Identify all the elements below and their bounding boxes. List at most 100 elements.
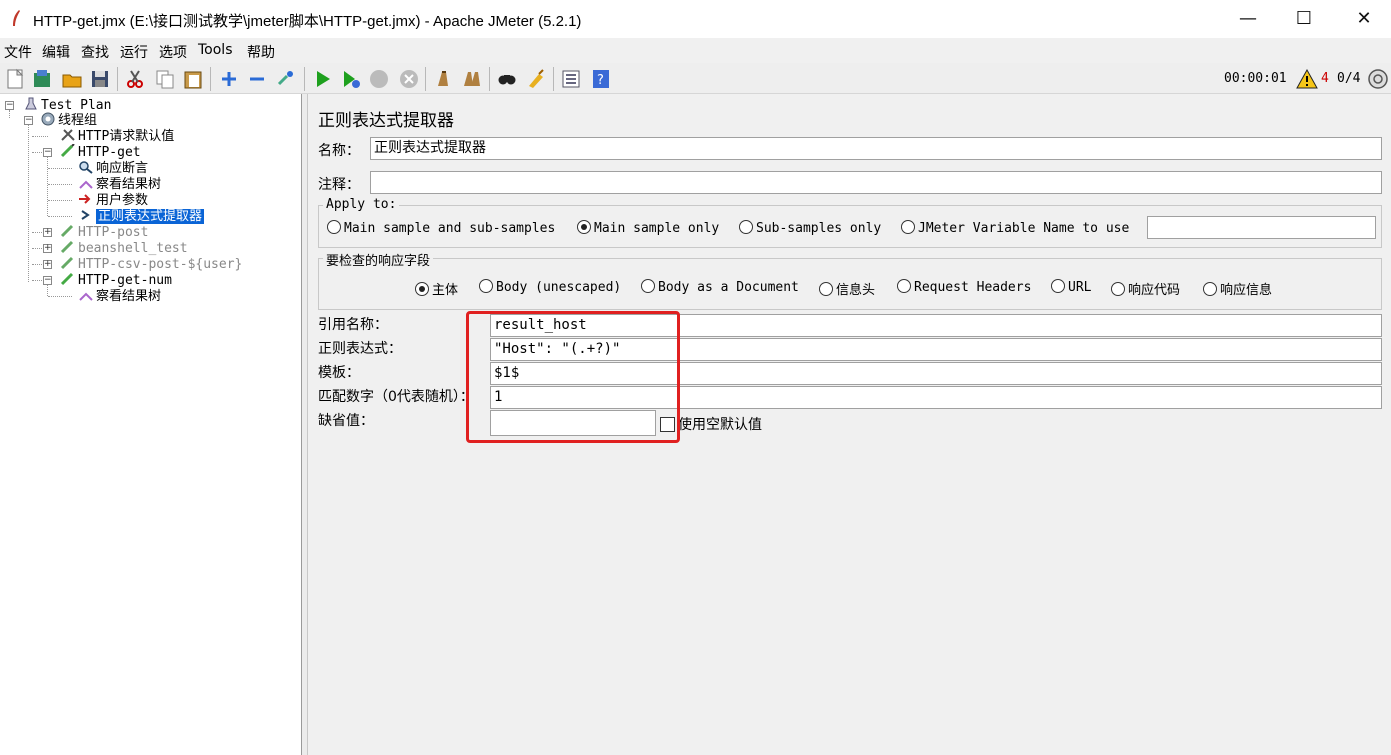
magnifier-icon (79, 161, 93, 174)
shutdown-icon[interactable] (398, 68, 420, 90)
tree-item-view-results[interactable]: 察看结果树 (78, 176, 161, 192)
radio-response-message[interactable]: 响应信息 (1203, 279, 1272, 298)
collapse-toggle[interactable]: − (43, 148, 52, 157)
tree-item-label: 正则表达式提取器 (96, 209, 205, 224)
collapse-toggle[interactable]: − (43, 276, 52, 285)
radio-label: Sub-samples only (756, 221, 882, 236)
radio-body-unescaped[interactable]: Body (unescaped) (479, 279, 621, 295)
radio-sub-only[interactable]: Sub-samples only (739, 220, 881, 236)
tree-item-get-num[interactable]: HTTP-get-num (60, 272, 172, 288)
config-tools-icon (61, 129, 75, 141)
radio-label: Main sample only (594, 221, 720, 236)
elapsed-timer: 00:00:01 (1224, 71, 1287, 86)
radio-main-only[interactable]: Main sample only (577, 220, 719, 236)
tree-item-label: 用户参数 (96, 193, 149, 208)
regex-label: 正则表达式： (318, 341, 402, 357)
tree-item-http-defaults[interactable]: HTTP请求默认值 (60, 128, 174, 144)
menu-search[interactable]: 查找 (81, 42, 109, 62)
preprocessor-icon (79, 194, 91, 204)
tree-item-label: HTTP-post (78, 225, 149, 240)
menu-edit[interactable]: 编辑 (42, 42, 70, 62)
results-tree-icon (79, 292, 93, 301)
tree-item-assertion[interactable]: 响应断言 (78, 160, 148, 176)
comment-field[interactable] (370, 171, 1382, 194)
warning-icon[interactable] (1296, 69, 1318, 89)
open-icon[interactable] (61, 68, 83, 90)
tree-item-http-post[interactable]: HTTP-post (60, 224, 148, 240)
radio-jmeter-variable[interactable]: JMeter Variable Name to use (901, 220, 1129, 236)
paste-icon[interactable] (182, 68, 204, 90)
tree-item-test-plan[interactable]: Test Plan (23, 97, 111, 113)
radio-body[interactable]: 主体 (415, 279, 458, 298)
radio-request-headers[interactable]: Request Headers (897, 279, 1031, 295)
templates-icon[interactable] (31, 68, 53, 90)
tree-item-label: HTTP请求默认值 (78, 129, 175, 144)
start-icon[interactable] (312, 68, 334, 90)
jmeter-variable-field[interactable] (1147, 216, 1376, 239)
minimize-button[interactable]: — (1237, 8, 1259, 30)
name-label: 名称： (318, 143, 360, 159)
tree-item-label: HTTP-get (78, 145, 141, 160)
match-number-label: 匹配数字（0代表随机）： (318, 389, 474, 405)
toggle-icon[interactable] (275, 68, 297, 90)
collapse-toggle[interactable]: − (24, 116, 33, 125)
expand-toggle[interactable]: + (43, 228, 52, 237)
remote-engine-icon[interactable] (1367, 68, 1389, 90)
error-count: 4 (1321, 71, 1329, 86)
apply-to-legend: Apply to: (323, 197, 400, 212)
sampler-pen-icon (60, 240, 74, 254)
stop-icon[interactable] (368, 68, 390, 90)
expand-icon[interactable] (218, 68, 240, 90)
new-icon[interactable] (4, 68, 26, 90)
expand-toggle[interactable]: + (43, 260, 52, 269)
window-title: HTTP-get.jmx (E:\接口测试教学\jmeter脚本\HTTP-ge… (33, 13, 582, 30)
menu-run[interactable]: 运行 (120, 42, 148, 62)
tree-item-beanshell[interactable]: beanshell_test (60, 240, 188, 256)
tree-item-view-results-2[interactable]: 察看结果树 (78, 288, 161, 304)
collapse-icon[interactable] (246, 68, 268, 90)
cut-icon[interactable] (124, 68, 146, 90)
reset-search-icon[interactable] (525, 68, 547, 90)
close-button[interactable]: ✕ (1353, 8, 1375, 30)
radio-url[interactable]: URL (1051, 279, 1091, 295)
radio-body-document[interactable]: Body as a Document (641, 279, 799, 295)
clear-icon[interactable] (432, 68, 454, 90)
radio-label: Body (unescaped) (496, 280, 622, 295)
sampler-pen-icon (60, 144, 75, 158)
radio-response-code[interactable]: 响应代码 (1111, 279, 1180, 298)
search-icon[interactable] (496, 68, 518, 90)
radio-label: 信息头 (836, 283, 876, 298)
tree-item-http-get[interactable]: HTTP-get (60, 144, 141, 160)
toolbar: ? 00:00:01 4 0/4 (0, 63, 1391, 94)
results-tree-icon (79, 180, 93, 189)
collapse-toggle[interactable]: − (5, 101, 14, 110)
tree-item-user-params[interactable]: 用户参数 (78, 192, 148, 208)
active-threads: 0/4 (1337, 71, 1361, 86)
name-field[interactable]: 正则表达式提取器 (370, 137, 1382, 160)
save-icon[interactable] (89, 68, 111, 90)
radio-headers[interactable]: 信息头 (819, 279, 875, 298)
help-icon[interactable]: ? (590, 68, 612, 90)
svg-text:?: ? (597, 73, 604, 88)
tree-item-regex-extractor[interactable]: 正则表达式提取器 (78, 208, 205, 224)
tree-item-label: 响应断言 (96, 161, 149, 176)
menu-options[interactable]: 选项 (159, 42, 187, 62)
radio-label: Main sample and sub-samples (344, 221, 556, 236)
copy-icon[interactable] (154, 68, 176, 90)
radio-label: Request Headers (914, 280, 1032, 295)
tree-item-label: Test Plan (41, 98, 112, 113)
radio-label: Body as a Document (658, 280, 799, 295)
menu-file[interactable]: 文件 (4, 42, 32, 62)
expand-toggle[interactable]: + (43, 244, 52, 253)
radio-main-and-sub[interactable]: Main sample and sub-samples (327, 220, 555, 236)
maximize-button[interactable]: ☐ (1293, 8, 1315, 30)
menu-help[interactable]: 帮助 (247, 42, 275, 62)
tree-item-csv-post[interactable]: HTTP-csv-post-${user} (60, 256, 242, 272)
radio-label: 响应信息 (1220, 283, 1273, 298)
reference-name-label: 引用名称： (318, 317, 388, 333)
menu-tools[interactable]: Tools (198, 42, 233, 58)
clear-all-icon[interactable] (461, 68, 483, 90)
start-no-pause-icon[interactable] (340, 68, 362, 90)
function-helper-icon[interactable] (560, 68, 582, 90)
tree-item-thread-group[interactable]: 线程组 (40, 112, 97, 128)
